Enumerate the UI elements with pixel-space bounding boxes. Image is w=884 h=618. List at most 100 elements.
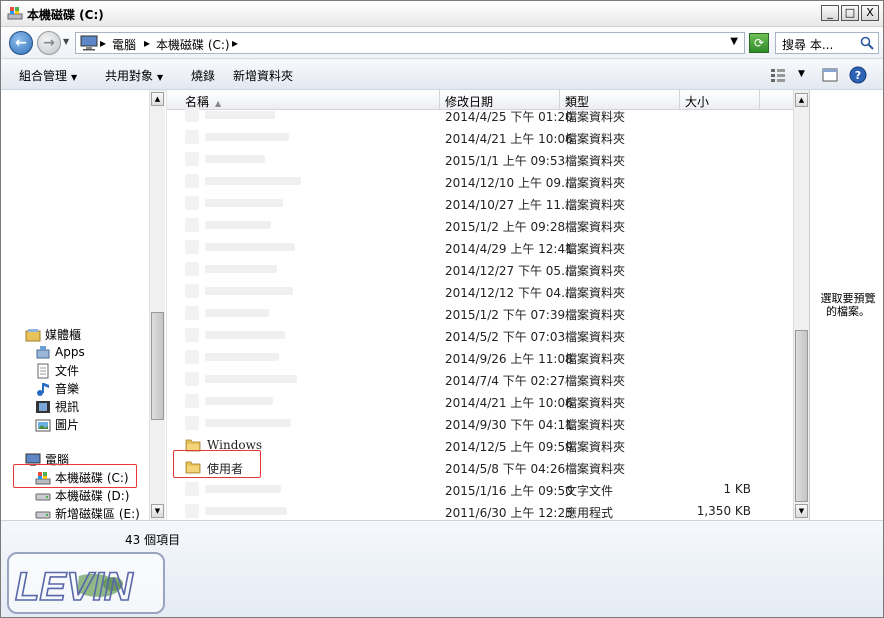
- file-icon: [185, 350, 199, 364]
- music-icon: [37, 382, 49, 396]
- scroll-down-icon[interactable]: ▼: [795, 504, 808, 518]
- table-row[interactable]: 2014/4/21 上午 10:06 檔案資料夾: [167, 126, 793, 148]
- burn-button[interactable]: 燒錄: [191, 67, 215, 84]
- scrollbar-thumb[interactable]: [151, 312, 164, 420]
- breadcrumb-drive[interactable]: 本機磁碟 (C:): [156, 36, 230, 53]
- minimize-button[interactable]: _: [821, 5, 839, 21]
- file-name-redacted: [205, 177, 301, 185]
- file-date: 2014/12/5 上午 09:59: [445, 440, 573, 454]
- file-list-scrollbar[interactable]: ▲ ▼: [793, 90, 809, 520]
- table-row[interactable]: 2014/4/29 上午 12:41 檔案資料夾: [167, 236, 793, 258]
- search-placeholder: 搜尋 本...: [782, 38, 834, 52]
- chevron-down-icon: ▼: [71, 73, 78, 82]
- table-row[interactable]: 2015/1/2 下午 07:39 檔案資料夾: [167, 302, 793, 324]
- address-bar[interactable]: ▸ 電腦 ▸ 本機磁碟 (C:) ▸ ▼: [75, 32, 745, 54]
- file-date: 2014/10/27 上午 11...: [445, 198, 573, 212]
- file-icon: [185, 152, 199, 166]
- table-row[interactable]: 2014/9/30 下午 04:11 檔案資料夾: [167, 412, 793, 434]
- scroll-down-icon[interactable]: ▼: [151, 504, 164, 518]
- file-name-redacted: [205, 243, 295, 251]
- search-icon[interactable]: [860, 36, 874, 50]
- breadcrumb-separator[interactable]: ▸: [100, 36, 106, 50]
- table-row[interactable]: 2014/12/27 下午 05... 檔案資料夾: [167, 258, 793, 280]
- file-icon: [185, 262, 199, 276]
- view-dropdown-icon[interactable]: ▼: [798, 69, 805, 79]
- scrollbar-thumb[interactable]: [795, 330, 808, 502]
- file-date: 2014/4/21 上午 10:06: [445, 396, 573, 410]
- table-row[interactable]: 2014/12/12 下午 04... 檔案資料夾: [167, 280, 793, 302]
- scroll-up-icon[interactable]: ▲: [151, 92, 164, 106]
- file-icon: [185, 328, 199, 342]
- table-row[interactable]: 2014/4/25 下午 01:20 檔案資料夾: [167, 104, 793, 126]
- watermark-logo: LEVIN: [7, 552, 165, 614]
- highlight-box: [173, 450, 261, 478]
- file-type: 檔案資料夾: [565, 242, 626, 256]
- address-dropdown-icon[interactable]: ▼: [730, 36, 738, 47]
- file-icon: [185, 416, 199, 430]
- table-row[interactable]: 2014/10/27 上午 11... 檔案資料夾: [167, 192, 793, 214]
- table-row[interactable]: 2015/1/16 上午 09:50 文字文件 1 KB: [167, 478, 793, 500]
- table-row[interactable]: 2014/7/4 下午 02:27 檔案資料夾: [167, 368, 793, 390]
- nav-library-pictures[interactable]: 圖片: [35, 416, 79, 433]
- file-name-redacted: [205, 265, 277, 273]
- file-type: 檔案資料夾: [565, 110, 626, 124]
- file-type: 檔案資料夾: [565, 462, 626, 476]
- preview-pane: 選取要預覽的檔案。: [809, 90, 883, 520]
- drive-icon: [35, 493, 51, 500]
- file-type: 檔案資料夾: [565, 440, 626, 454]
- table-row[interactable]: 2014/12/10 上午 09... 檔案資料夾: [167, 170, 793, 192]
- file-name-redacted: [205, 199, 283, 207]
- table-row[interactable]: 2014/4/21 上午 10:06 檔案資料夾: [167, 390, 793, 412]
- navigation-pane: 媒體櫃 Apps 文件 音樂 視訊 圖片 電腦 本機磁碟 (C:) 本機磁碟 (…: [1, 90, 167, 521]
- file-icon: [185, 196, 199, 210]
- preview-pane-icon[interactable]: [821, 66, 839, 84]
- scroll-up-icon[interactable]: ▲: [795, 93, 808, 107]
- breadcrumb-separator[interactable]: ▸: [144, 36, 150, 50]
- forward-button[interactable]: →: [37, 31, 61, 55]
- file-icon: [185, 130, 199, 144]
- file-list: 名稱 ▲ 修改日期 類型 大小 2014/4/25 下午 01:20 檔案資料夾 20…: [167, 90, 809, 520]
- arrow-left-icon: ←: [15, 35, 27, 51]
- share-button[interactable]: 共用對象 ▼: [105, 67, 163, 84]
- table-row[interactable]: 2015/1/2 上午 09:28 檔案資料夾: [167, 214, 793, 236]
- table-row[interactable]: 2014/5/2 下午 07:03 檔案資料夾: [167, 324, 793, 346]
- nav-library-documents[interactable]: 文件: [35, 362, 79, 379]
- item-count: 43 個項目: [125, 533, 181, 547]
- search-input[interactable]: 搜尋 本...: [775, 32, 879, 54]
- navigation-scrollbar[interactable]: ▲ ▼: [149, 90, 165, 520]
- file-type: 檔案資料夾: [565, 132, 626, 146]
- new-folder-button[interactable]: 新增資料夾: [233, 67, 293, 84]
- maximize-button[interactable]: □: [841, 5, 859, 21]
- table-row[interactable]: 2015/1/1 上午 09:53 檔案資料夾: [167, 148, 793, 170]
- breadcrumb-separator[interactable]: ▸: [232, 36, 238, 50]
- file-name-redacted: [205, 309, 269, 317]
- file-type: 檔案資料夾: [565, 330, 626, 344]
- file-type: 文字文件: [565, 484, 614, 498]
- file-type: 檔案資料夾: [565, 374, 626, 388]
- refresh-icon: ⟳: [753, 36, 765, 50]
- file-type: 檔案資料夾: [565, 220, 626, 234]
- breadcrumb-computer[interactable]: 電腦: [112, 36, 136, 53]
- view-options-icon[interactable]: [769, 66, 787, 84]
- refresh-button[interactable]: ⟳: [749, 33, 769, 53]
- nav-drive-d[interactable]: 本機磁碟 (D:): [35, 487, 129, 504]
- nav-libraries[interactable]: 媒體櫃: [25, 326, 81, 343]
- nav-library-apps[interactable]: Apps: [35, 344, 85, 360]
- table-row[interactable]: 2014/9/26 上午 11:08 檔案資料夾: [167, 346, 793, 368]
- chevron-down-icon: ▼: [157, 73, 164, 82]
- share-label: 共用對象: [105, 69, 154, 83]
- back-button[interactable]: ←: [9, 31, 33, 55]
- nav-libraries-label: 媒體櫃: [45, 328, 82, 342]
- nav-library-videos[interactable]: 視訊: [35, 398, 79, 415]
- picture-icon: [35, 419, 51, 431]
- organize-button[interactable]: 組合管理 ▼: [19, 67, 77, 84]
- file-date: 2015/1/2 下午 07:39: [445, 308, 566, 322]
- preview-message: 選取要預覽的檔案。: [820, 292, 876, 318]
- file-name-redacted: [205, 133, 289, 141]
- close-button[interactable]: X: [861, 5, 879, 21]
- table-row[interactable]: 2011/6/30 上午 12:25 應用程式 1,350 KB: [167, 500, 793, 522]
- help-icon[interactable]: ?: [849, 66, 867, 84]
- nav-library-music[interactable]: 音樂: [35, 380, 79, 397]
- history-dropdown-icon[interactable]: ▼: [63, 37, 69, 46]
- window-controls: _ □ X: [821, 5, 879, 21]
